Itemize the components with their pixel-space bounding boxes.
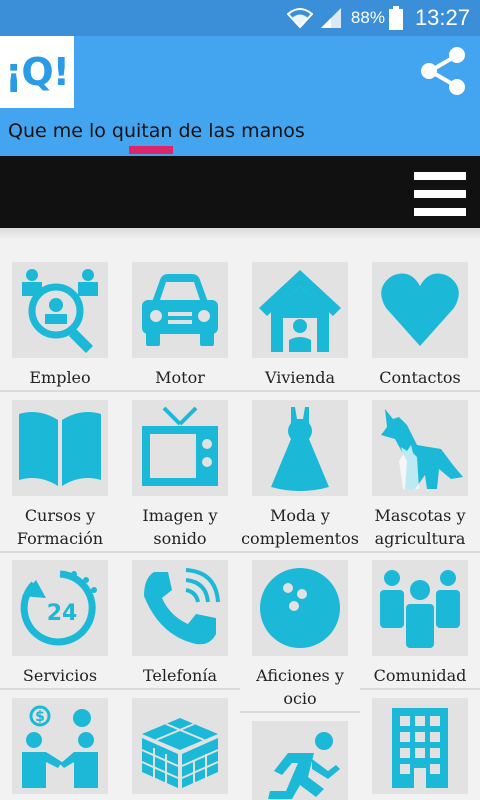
app-logo[interactable]: ¡Q!: [0, 36, 74, 108]
clock: 13:27: [414, 5, 470, 30]
status-bar: 88% 13:27: [0, 0, 480, 36]
navigation-bar: [0, 156, 480, 228]
svg-text:24: 24: [47, 601, 78, 626]
battery-percentage: 88%: [350, 8, 385, 27]
category-label: Contactos: [379, 368, 461, 387]
building-icon: [372, 698, 468, 794]
divider: [240, 711, 360, 713]
business-deal-icon: $: [12, 698, 108, 794]
dress-icon: [252, 400, 348, 496]
battery-icon: [388, 6, 403, 30]
app-tagline: Que me lo quitan de las manos: [8, 120, 305, 142]
category-grid: Empleo Motor Vivienda Contactos Cursos y…: [0, 240, 480, 800]
tv-icon: [132, 400, 228, 496]
svg-text:$: $: [35, 709, 45, 725]
divider: [360, 688, 480, 690]
car-icon: [132, 262, 228, 358]
category-label: Vivienda: [264, 368, 336, 387]
category-label: Cursos y Formación: [16, 506, 104, 548]
divider: [0, 688, 240, 690]
phone-icon: [132, 560, 228, 656]
category-label: Servicios: [22, 666, 98, 685]
running-man-icon: [252, 721, 348, 800]
category-label: Motor: [155, 368, 205, 387]
category-label: Mascotas y agricultura: [374, 506, 466, 548]
tab-indicator: [129, 146, 173, 154]
divider: [0, 390, 480, 392]
app-bar: ¡Q! Que me lo quitan de las manos: [0, 36, 480, 156]
wifi-icon: [286, 7, 313, 29]
category-label: Imagen y sonido: [142, 506, 218, 548]
book-icon: [12, 400, 108, 496]
share-icon: [416, 47, 470, 102]
community-icon: [372, 560, 468, 656]
share-button[interactable]: [416, 44, 470, 98]
divider: [0, 551, 480, 553]
house-icon: [252, 262, 348, 358]
category-label: Comunidad: [373, 666, 467, 685]
rubik-cube-icon: [132, 698, 228, 794]
hamburger-menu-icon[interactable]: [414, 172, 466, 218]
employment-icon: [12, 262, 108, 358]
signal-icon: [319, 6, 343, 30]
category-label: Aficiones y ocio: [256, 666, 344, 708]
bowling-ball-icon: [252, 560, 348, 656]
heart-icon: [372, 262, 468, 358]
category-label: Empleo: [29, 368, 91, 387]
divider: [0, 228, 480, 240]
category-label: Moda y complementos: [241, 506, 359, 548]
category-label: Telefonía: [143, 666, 217, 685]
pets-icon: [372, 400, 468, 496]
24h-service-icon: 24: [12, 560, 108, 656]
